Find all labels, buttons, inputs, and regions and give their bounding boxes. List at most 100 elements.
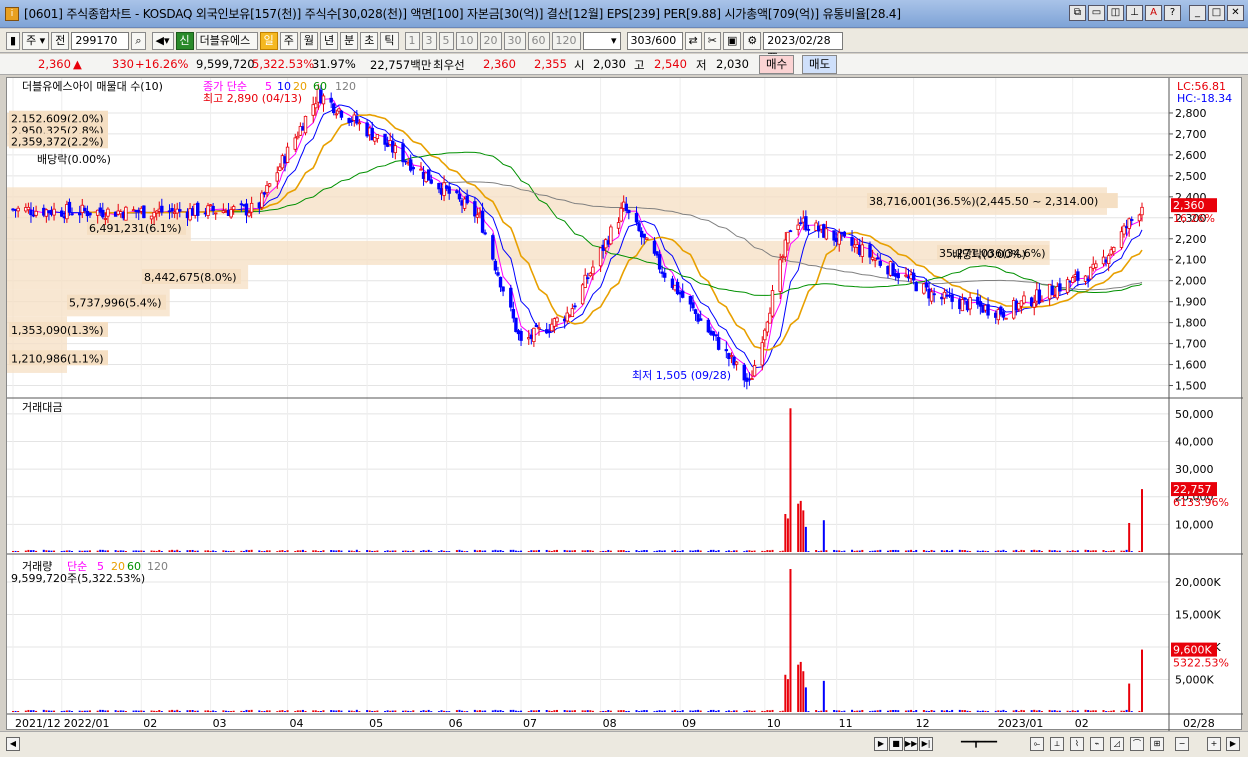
chart-area[interactable]: 2,152,609(2.0%) 2,950,325(2.8%) 2,359,372(…: [6, 77, 1243, 731]
pin-icon[interactable]: ⊥: [1126, 5, 1143, 21]
scroll-right-icon[interactable]: ▶: [1226, 737, 1240, 751]
x-tick-label: 10: [767, 717, 781, 730]
amount-bar: [114, 550, 117, 552]
amount-bar: [753, 550, 756, 552]
stop-icon[interactable]: ■: [889, 737, 903, 751]
tick-5[interactable]: 5: [438, 31, 454, 50]
volume-bar: [340, 710, 343, 712]
tool-icon-5[interactable]: ◿: [1110, 737, 1124, 751]
tick-1[interactable]: 1: [404, 31, 420, 50]
tool-icon-7[interactable]: ⊞: [1150, 737, 1164, 751]
volume-bar: [1040, 711, 1043, 712]
amount-bar: [386, 550, 389, 552]
date-value: 2023/02/28: [767, 33, 831, 47]
volume-bar: [984, 710, 987, 712]
volume-bar: [476, 710, 479, 712]
amount-bar: [317, 551, 320, 552]
new-icon[interactable]: 신: [175, 31, 194, 50]
period-tick[interactable]: 틱: [380, 31, 399, 50]
market-select[interactable]: 주 ▾: [22, 31, 50, 50]
period-year[interactable]: 년: [320, 31, 339, 50]
volume-bar: [1094, 710, 1097, 712]
font-icon[interactable]: A: [1145, 5, 1162, 21]
period-minute[interactable]: 분: [340, 31, 359, 50]
arrows-icon[interactable]: ⇄: [684, 31, 702, 50]
prev-button[interactable]: 전: [51, 31, 70, 50]
zoom-in-icon[interactable]: +: [1207, 737, 1221, 751]
tick-120[interactable]: 120: [551, 31, 581, 50]
x-tick-label: 2022/01: [64, 717, 110, 730]
help-icon[interactable]: ?: [1164, 5, 1181, 21]
buy-button[interactable]: 매수: [759, 55, 795, 74]
amount-bar: [853, 550, 856, 552]
period-month[interactable]: 월: [299, 31, 318, 50]
volume-bar: [1066, 710, 1069, 712]
sell-button[interactable]: 매도: [802, 55, 838, 74]
amount-bar: [330, 550, 333, 552]
tick-20[interactable]: 20: [479, 31, 502, 50]
volume-bar: [607, 710, 610, 712]
volume-bar: [17, 711, 20, 712]
maximize-button[interactable]: □: [1208, 5, 1225, 21]
scroll-left-icon[interactable]: ◀: [6, 737, 20, 751]
date-input[interactable]: 2023/02/28 ▦: [763, 31, 844, 63]
candle-up: [375, 134, 380, 139]
volume-bar: [88, 710, 91, 712]
candle-up: [837, 232, 841, 245]
sound-icon[interactable]: ◀▾: [151, 31, 174, 50]
amount-bar: [915, 549, 918, 552]
volume-bar: [766, 710, 769, 712]
price-tick-label: 2,100: [1175, 254, 1207, 267]
fast-forward-icon[interactable]: ▶▶: [904, 737, 918, 751]
count-input[interactable]: 303/600: [626, 31, 683, 50]
zoom-slider[interactable]: ━━┳━━━: [944, 737, 1014, 751]
chart-canvas[interactable]: 2,152,609(2.0%)2,950,325(2.8%)2,359,372(…: [7, 78, 1243, 731]
menu-icon[interactable]: ▮: [6, 31, 21, 50]
volume-bar: [481, 710, 484, 712]
period-second[interactable]: 초: [360, 31, 379, 50]
search-icon[interactable]: ⌕: [131, 31, 146, 50]
tool-icon-2[interactable]: ⟂: [1050, 737, 1064, 751]
tick-custom-select[interactable]: ▾: [582, 31, 621, 50]
volume-bar: [553, 710, 556, 712]
link-icon[interactable]: ⧉: [1069, 5, 1086, 21]
stock-code-input[interactable]: 299170: [71, 31, 130, 50]
close-button[interactable]: ✕: [1227, 5, 1244, 21]
amount-bar: [83, 550, 86, 552]
tick-10[interactable]: 10: [455, 31, 478, 50]
play-icon[interactable]: ▶: [874, 737, 888, 751]
tool-icon-3[interactable]: ⌇: [1070, 737, 1084, 751]
amount-bar: [1138, 550, 1141, 552]
volume-bar: [248, 710, 251, 712]
save-icon[interactable]: ▣: [722, 31, 742, 50]
end-icon[interactable]: ▶|: [919, 737, 933, 751]
scissors-icon[interactable]: ✂: [703, 31, 721, 50]
amount-bar: [538, 549, 541, 552]
amount-bar: [1035, 550, 1038, 552]
volume-bar: [707, 711, 710, 712]
tool-icon-6[interactable]: ⌒: [1130, 737, 1144, 751]
period-week[interactable]: 주: [279, 31, 298, 50]
bid-price-2: 2,355: [534, 57, 567, 71]
tile-icon[interactable]: ◫: [1107, 5, 1124, 21]
tick-60[interactable]: 60: [527, 31, 550, 50]
zoom-out-icon[interactable]: −: [1175, 737, 1189, 751]
price-tick-label: 1,500: [1175, 380, 1207, 393]
candle-down: [447, 186, 451, 194]
amount-bar: [699, 550, 702, 552]
cur-rate-label: 16.26%: [1173, 212, 1215, 225]
period-day[interactable]: 일: [259, 31, 278, 50]
tool-icon-1[interactable]: ⟜: [1030, 737, 1044, 751]
minimize-chart-icon[interactable]: ▭: [1088, 5, 1105, 21]
amount-bar: [1125, 549, 1128, 552]
volume-bar: [319, 711, 322, 712]
amount-bar: [171, 549, 174, 552]
tool-icon-4[interactable]: ⌁: [1090, 737, 1104, 751]
tick-3[interactable]: 3: [421, 31, 437, 50]
tick-30[interactable]: 30: [503, 31, 526, 50]
volume-bar: [68, 710, 71, 712]
minimize-button[interactable]: _: [1189, 5, 1206, 21]
volume-bar: [322, 710, 325, 712]
candle-down: [426, 169, 431, 181]
gear-icon[interactable]: ⚙: [743, 31, 762, 50]
